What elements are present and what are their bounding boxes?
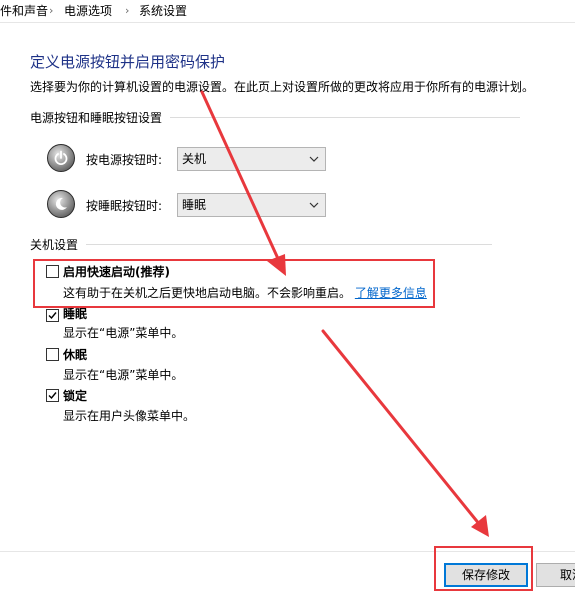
- breadcrumb-item-system-settings[interactable]: 系统设置: [139, 0, 187, 22]
- breadcrumb-item-power-options[interactable]: 电源选项: [64, 0, 112, 22]
- section-divider: [170, 117, 521, 118]
- fast-startup-checkbox[interactable]: [46, 265, 59, 278]
- breadcrumb-separator-icon: ›: [125, 4, 130, 17]
- page-title: 定义电源按钮并启用密码保护: [30, 53, 226, 71]
- shutdown-section-title: 关机设置: [30, 236, 493, 253]
- checkmark-icon: [48, 312, 57, 320]
- hibernate-option-title: 休眠: [63, 348, 88, 362]
- hibernate-checkbox[interactable]: [46, 348, 59, 361]
- chevron-down-icon: [309, 202, 319, 208]
- fast-startup-description: 这有助于在关机之后更快地启动电脑。不会影响重启。 了解更多信息: [63, 284, 427, 301]
- page-description: 选择要为你的计算机设置的电源设置。在此页上对设置所做的更改将应用于你所有的电源计…: [30, 80, 535, 94]
- sleep-button-action-value: 睡眠: [182, 198, 207, 212]
- lock-checkbox[interactable]: [46, 389, 59, 402]
- save-changes-button[interactable]: 保存修改: [444, 563, 528, 587]
- learn-more-link[interactable]: 了解更多信息: [355, 286, 427, 300]
- breadcrumb-item-sound[interactable]: 件和声音: [0, 0, 48, 22]
- fast-startup-description-text: 这有助于在关机之后更快地启动电脑。不会影响重启。: [63, 286, 352, 300]
- power-button-label: 按电源按钮时:: [86, 153, 163, 167]
- section-divider: [86, 244, 493, 245]
- sleep-checkbox[interactable]: [46, 309, 59, 322]
- power-buttons-section-title: 电源按钮和睡眠按钮设置: [30, 109, 521, 126]
- power-button-action-select[interactable]: 关机: [177, 147, 326, 171]
- system-settings-page: 件和声音 › 电源选项 › 系统设置 定义电源按钮并启用密码保护 选择要为你的计…: [0, 0, 575, 594]
- arrow-head-save-button-icon: [471, 515, 489, 537]
- arrow-head-fast-startup-icon: [267, 254, 286, 276]
- power-buttons-section-label: 电源按钮和睡眠按钮设置: [30, 111, 163, 125]
- arrow-to-save-button: [321, 329, 482, 527]
- cancel-button[interactable]: 取消: [536, 563, 575, 587]
- power-button-icon: [47, 144, 75, 172]
- sleep-button-label: 按睡眠按钮时:: [86, 199, 163, 213]
- sleep-option-description: 显示在“电源”菜单中。: [63, 326, 184, 340]
- sleep-option-title: 睡眠: [63, 307, 88, 321]
- fast-startup-title: 启用快速启动(推荐): [63, 265, 170, 279]
- breadcrumb-separator-icon: ›: [49, 4, 54, 17]
- lock-option-title: 锁定: [63, 389, 88, 403]
- shutdown-section-label: 关机设置: [30, 238, 79, 252]
- sleep-button-icon: [47, 190, 75, 218]
- chevron-down-icon: [309, 156, 319, 162]
- checkmark-icon: [48, 392, 57, 400]
- sleep-button-action-select[interactable]: 睡眠: [177, 193, 326, 217]
- breadcrumb: 件和声音 › 电源选项 › 系统设置: [0, 0, 575, 23]
- lock-option-description: 显示在用户头像菜单中。: [63, 409, 196, 423]
- power-button-action-value: 关机: [182, 152, 207, 166]
- footer-divider: [0, 551, 575, 552]
- hibernate-option-description: 显示在“电源”菜单中。: [63, 368, 184, 382]
